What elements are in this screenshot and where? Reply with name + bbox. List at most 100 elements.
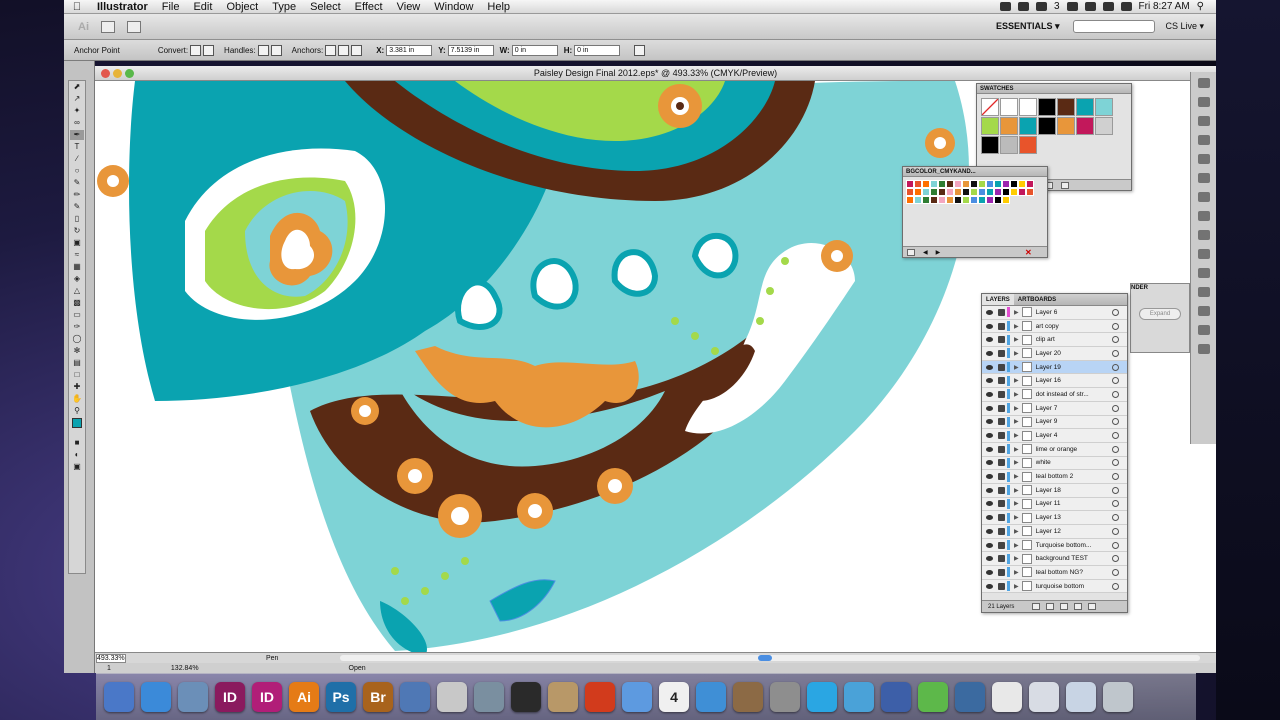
graph-tool-icon[interactable]: ▤	[70, 358, 84, 368]
screen-mode-icon[interactable]: ▣	[70, 462, 84, 472]
layer-name[interactable]: art copy	[1036, 323, 1112, 330]
expand-triangle-icon[interactable]: ▶	[1014, 569, 1019, 576]
swatch-teal-2[interactable]	[1019, 117, 1037, 135]
dock-preview-icon[interactable]	[178, 682, 208, 712]
layer-name[interactable]: teal bottom NG?	[1036, 569, 1112, 576]
cs-live-button[interactable]: CS Live ▾	[1165, 21, 1204, 32]
paintbrush-tool-icon[interactable]: ✎	[70, 178, 84, 188]
menu-type[interactable]: Type	[265, 1, 303, 13]
tab-artboards[interactable]: ARTBOARDS	[1014, 294, 1060, 305]
dock-indesign-2-icon[interactable]: ID	[252, 682, 282, 712]
dock-skype-icon[interactable]	[807, 682, 837, 712]
dock-doc-2-icon[interactable]	[1029, 682, 1059, 712]
layer-name[interactable]: Layer 13	[1036, 514, 1112, 521]
library-swatch[interactable]	[994, 188, 1002, 196]
page-number[interactable]: 1	[107, 665, 111, 672]
visibility-eye-icon[interactable]	[986, 474, 993, 480]
swatches-tab[interactable]: SWATCHES	[977, 84, 1131, 94]
layer-name[interactable]: background TEST	[1036, 555, 1112, 562]
library-swatch[interactable]	[954, 196, 962, 204]
battery-icon[interactable]	[1035, 2, 1047, 11]
expand-triangle-icon[interactable]: ▶	[1014, 446, 1019, 453]
lock-icon[interactable]	[998, 568, 1005, 576]
library-swatch[interactable]	[946, 196, 954, 204]
lock-icon[interactable]	[998, 555, 1005, 563]
color-guide-panel-icon[interactable]	[1197, 97, 1210, 107]
swatch-orange[interactable]	[1000, 117, 1018, 135]
new-layer-button[interactable]	[1074, 603, 1083, 610]
library-swatch[interactable]	[922, 196, 930, 204]
visibility-eye-icon[interactable]	[986, 378, 993, 384]
visibility-eye-icon[interactable]	[986, 323, 993, 329]
visibility-eye-icon[interactable]	[986, 350, 993, 356]
next-library-icon[interactable]: ▶	[936, 249, 941, 256]
clock-icon[interactable]	[1066, 2, 1078, 11]
w-field[interactable]: 0 in	[511, 44, 558, 56]
visibility-eye-icon[interactable]	[986, 405, 993, 411]
library-swatch[interactable]	[994, 196, 1002, 204]
menu-edit[interactable]: Edit	[186, 1, 219, 13]
layer-target-icon[interactable]	[1112, 514, 1119, 522]
show-handles-button[interactable]	[257, 44, 269, 56]
layer-name[interactable]: turquoise bottom	[1036, 583, 1112, 590]
library-swatch[interactable]	[946, 180, 954, 188]
library-swatch[interactable]	[962, 188, 970, 196]
expand-triangle-icon[interactable]: ▶	[1014, 377, 1019, 384]
line-tool-icon[interactable]: ∕	[70, 154, 84, 164]
library-swatch[interactable]	[922, 188, 930, 196]
camera-icon[interactable]	[999, 2, 1011, 11]
opentype-panel-icon[interactable]	[1197, 325, 1210, 335]
menu-effect[interactable]: Effect	[348, 1, 390, 13]
lock-icon[interactable]	[998, 582, 1005, 590]
isolate-button[interactable]	[634, 44, 646, 56]
library-swatch[interactable]	[986, 188, 994, 196]
remove-anchor-button[interactable]	[325, 44, 337, 56]
dock-photos-icon[interactable]	[733, 682, 763, 712]
lock-icon[interactable]	[998, 377, 1005, 385]
dock-ical-icon[interactable]: 4	[659, 682, 689, 712]
expand-triangle-icon[interactable]: ▶	[1014, 542, 1019, 549]
lock-icon[interactable]	[998, 527, 1005, 535]
visibility-eye-icon[interactable]	[986, 460, 993, 466]
library-swatch[interactable]	[970, 196, 978, 204]
library-swatch[interactable]	[1018, 188, 1026, 196]
arrange-documents-button[interactable]	[127, 20, 141, 33]
library-swatch[interactable]	[962, 180, 970, 188]
visibility-eye-icon[interactable]	[986, 419, 993, 425]
library-swatch[interactable]	[938, 188, 946, 196]
layer-name[interactable]: Layer 6	[1036, 309, 1112, 316]
pathfinder-tab-fragment[interactable]: NDER	[1131, 285, 1148, 291]
lock-icon[interactable]	[998, 445, 1005, 453]
visibility-eye-icon[interactable]	[986, 542, 993, 548]
library-swatch[interactable]	[1002, 180, 1010, 188]
layer-row[interactable]: ▶ Layer 7	[982, 401, 1127, 416]
library-swatch[interactable]	[970, 188, 978, 196]
layer-name[interactable]: Layer 11	[1036, 500, 1112, 507]
magic-wand-tool-icon[interactable]: ✦	[70, 106, 84, 116]
layer-row[interactable]: ▶ clip art	[982, 333, 1127, 348]
layer-target-icon[interactable]	[1112, 500, 1119, 508]
delete-layer-button[interactable]	[1088, 603, 1097, 610]
layer-target-icon[interactable]	[1112, 363, 1119, 371]
selection-tool-icon[interactable]: ⬈	[70, 82, 84, 92]
dock-iphoto-icon[interactable]	[474, 682, 504, 712]
layer-target-icon[interactable]	[1112, 459, 1119, 467]
layer-name[interactable]: dot instead of str...	[1036, 391, 1112, 398]
layer-target-icon[interactable]	[1112, 322, 1119, 330]
eyedropper-tool-icon[interactable]: ✑	[70, 322, 84, 332]
pen-tool-icon[interactable]: ✒	[70, 130, 84, 140]
layer-target-icon[interactable]	[1112, 486, 1119, 494]
swatch-white[interactable]	[1019, 98, 1037, 116]
hand-tool-icon[interactable]: ✋	[70, 394, 84, 404]
layer-name[interactable]: clip art	[1036, 336, 1112, 343]
library-swatch[interactable]	[978, 188, 986, 196]
visibility-eye-icon[interactable]	[986, 501, 993, 507]
visibility-eye-icon[interactable]	[986, 364, 993, 370]
transform-panel-icon[interactable]	[1197, 249, 1210, 259]
lasso-tool-icon[interactable]: ∞	[70, 118, 84, 128]
color-mode-icon[interactable]: ■	[70, 438, 84, 448]
dock-photoshop-icon[interactable]: Ps	[326, 682, 356, 712]
fill-stroke-icon[interactable]	[70, 418, 84, 436]
convert-smooth-button[interactable]	[203, 44, 215, 56]
library-swatch[interactable]	[986, 180, 994, 188]
